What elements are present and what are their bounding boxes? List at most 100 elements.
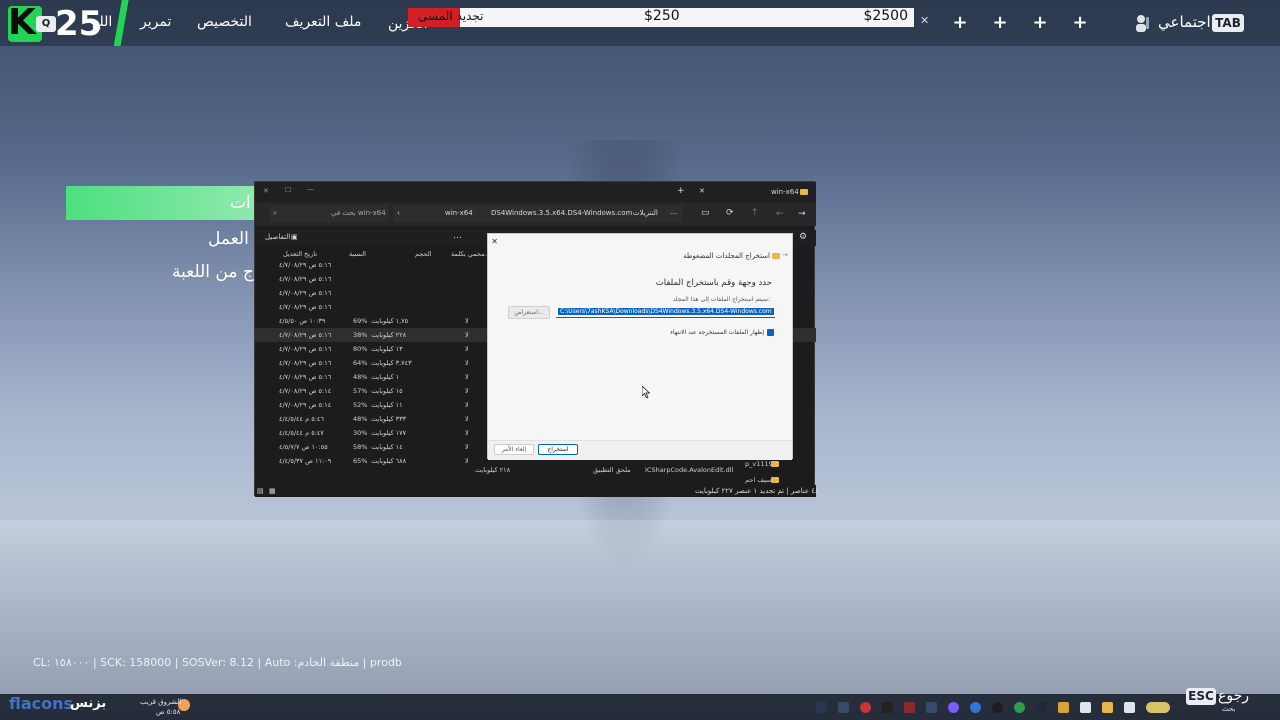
nav-folder-1-label: p_v1119 xyxy=(745,460,773,468)
row-date: ٥:٤٧ م ٤/٤/٥/٤٤ xyxy=(279,429,324,437)
nav-customize[interactable]: التخصيص xyxy=(197,14,252,30)
row-size: ١٣ كيلوبايت xyxy=(371,345,403,353)
row-protected: لا xyxy=(465,317,469,325)
row-protected: لا xyxy=(465,415,469,423)
mute-icon[interactable]: ✕ xyxy=(920,14,929,27)
row-protected: لا xyxy=(465,443,469,451)
folder-icon xyxy=(771,477,779,483)
show-files-checkbox[interactable] xyxy=(767,329,774,336)
row-date: ٥:١٦ ص ٤/٧/٠٨/٢٩ xyxy=(279,303,332,311)
row-ratio: 57% xyxy=(353,387,368,395)
col-protected[interactable]: محمي بكلمة... xyxy=(451,250,491,258)
maximize-icon[interactable]: ☐ xyxy=(285,186,291,194)
extract-button[interactable]: استخراج xyxy=(538,444,578,455)
row-ratio: 48% xyxy=(353,373,368,381)
social-person-icon xyxy=(1136,15,1149,32)
destination-path-field[interactable]: C:\Users\7ashKSA\Downloads\DS4Windows.3.… xyxy=(556,307,775,318)
social-label[interactable]: اجتماعي xyxy=(1158,13,1211,31)
monitor-icon[interactable]: ▭ xyxy=(701,208,710,218)
back-arrow-icon[interactable]: → xyxy=(798,209,806,219)
breadcrumb-chevron-icon: ‹ xyxy=(397,209,400,217)
row-size: ١ كيلوبايت xyxy=(371,373,400,381)
minimize-icon[interactable]: — xyxy=(307,185,314,193)
cancel-button[interactable]: إلغاء الأمر xyxy=(494,444,534,455)
discord-icon[interactable] xyxy=(948,702,959,713)
row-date: ١٠:٥٥ ص ٤/٥/٧/٧ xyxy=(279,443,328,451)
row-date: ٥:١٦ ص ٤/٧/٠٨/٢٩ xyxy=(279,275,332,283)
col-date[interactable]: تاريخ التعديل xyxy=(283,250,317,258)
grid-view-icon[interactable]: ▦ xyxy=(269,487,276,495)
row-protected: لا xyxy=(465,359,469,367)
row-ratio: 30% xyxy=(353,429,368,437)
details-pane-button[interactable]: التفاصيل xyxy=(265,233,290,241)
row-date: ٥:١٦ ص ٤/٧/٠٨/٢٩ xyxy=(279,345,332,353)
obs-icon[interactable] xyxy=(992,702,1003,713)
slot-add-button-3[interactable]: + xyxy=(1028,12,1052,34)
back-button[interactable]: رجوع xyxy=(1218,688,1249,704)
slot-add-button-1[interactable]: + xyxy=(948,12,972,34)
refresh-icon[interactable]: ⟳ xyxy=(726,208,734,218)
menu-item-selected[interactable]: ات xyxy=(230,193,251,213)
slot-add-button-4[interactable]: + xyxy=(1068,12,1092,34)
menu-item-work[interactable]: العمل xyxy=(208,229,249,249)
extract-dialog: ✕ → استخراج المجلدات المضغوطة حدد وجهة و… xyxy=(487,233,793,460)
breadcrumb-win-x64[interactable]: win-x64 xyxy=(445,209,473,217)
row-size: ١٤ كيلوبايت xyxy=(371,443,403,451)
new-tab-icon[interactable]: + xyxy=(677,186,685,196)
explorer-tab-title[interactable]: win-x64 xyxy=(771,188,799,196)
breadcrumb-downloads[interactable]: التنزيلات xyxy=(633,209,658,217)
epic-icon[interactable] xyxy=(882,702,893,713)
slot-add-button-2[interactable]: + xyxy=(988,12,1012,34)
search-icon: ⌕ xyxy=(273,209,277,217)
close-window-icon[interactable]: ✕ xyxy=(263,187,269,195)
details-pane-icon: ▣ xyxy=(291,233,298,241)
col-ratio[interactable]: النسبة xyxy=(349,250,366,258)
row-date: ٥:١٦ ص ٤/٧/٠٨/٢٩ xyxy=(279,289,332,297)
see-more-icon[interactable]: … xyxy=(453,231,462,241)
search-box[interactable]: ⌕ بحث في win-x64 xyxy=(269,205,389,222)
ea-icon[interactable] xyxy=(1036,702,1047,713)
menu-highlight xyxy=(66,186,256,220)
browser-icon[interactable] xyxy=(970,702,981,713)
app-red-icon[interactable] xyxy=(904,702,915,713)
list-view-icon[interactable]: ▤ xyxy=(257,487,264,495)
files-icon[interactable] xyxy=(1058,702,1069,713)
more-icon[interactable]: … xyxy=(670,208,677,216)
store-icon[interactable] xyxy=(1080,702,1091,713)
taskbar-app-icon[interactable] xyxy=(816,702,827,713)
row-protected: لا xyxy=(465,345,469,353)
record-icon[interactable] xyxy=(860,702,871,713)
row-ratio: 80% xyxy=(353,345,368,353)
close-icon[interactable]: ✕ xyxy=(491,237,498,246)
menu-item-exit-game[interactable]: ج من اللعبة xyxy=(172,262,254,282)
up-arrow-icon[interactable]: ↑ xyxy=(751,208,759,218)
settings-gear-icon[interactable]: ⚙ xyxy=(799,232,807,242)
row-size: ١٥ كيلوبايت xyxy=(371,387,403,395)
steam-icon[interactable] xyxy=(838,702,849,713)
steam-icon-2[interactable] xyxy=(926,702,937,713)
row-protected: لا xyxy=(465,331,469,339)
last-file-row[interactable]: ICSharpCode.AvalonEdit.dll ملحق التطبيق … xyxy=(255,463,816,477)
server-stats: CL: ١٥٨٠٠٠ | SCK: 158000 | SOSVer: 8.12 … xyxy=(33,656,402,669)
col-size[interactable]: الحجم xyxy=(415,250,432,258)
folder-icon xyxy=(800,189,808,195)
row-ratio: 48% xyxy=(353,415,368,423)
xbox-icon[interactable] xyxy=(1014,702,1025,713)
widgets-icon[interactable] xyxy=(1146,702,1170,713)
last-file-size: ٢١٨ كيلوبايت xyxy=(475,466,511,474)
address-bar[interactable]: ‹ win-x64 DS4Windows.3.5.x64.DS4-Windows… xyxy=(393,205,683,222)
nav-profile[interactable]: ملف التعريف xyxy=(285,14,361,30)
row-date: ٥:١٤ ص ٤/٧/٠٨/٢٩ xyxy=(279,387,332,395)
row-size: ١٧٧ كيلوبايت xyxy=(371,429,407,437)
close-tab-icon[interactable]: ✕ xyxy=(699,187,705,195)
explorer-taskbar-icon[interactable] xyxy=(1102,702,1113,713)
forward-arrow-icon[interactable]: ← xyxy=(776,209,784,219)
nav-scroll[interactable]: تمرير xyxy=(140,14,171,30)
nav-play[interactable]: اللع xyxy=(92,14,112,30)
dialog-back-arrow-icon[interactable]: → xyxy=(782,251,788,259)
chat-icon[interactable] xyxy=(1124,702,1135,713)
row-ratio: 58% xyxy=(353,443,368,451)
search-placeholder: بحث في win-x64 xyxy=(331,209,386,217)
browse-button[interactable]: استعراض... xyxy=(508,306,550,319)
breadcrumb-ds4windows[interactable]: DS4Windows.3.5.x64.DS4-Windows.com xyxy=(491,209,632,217)
